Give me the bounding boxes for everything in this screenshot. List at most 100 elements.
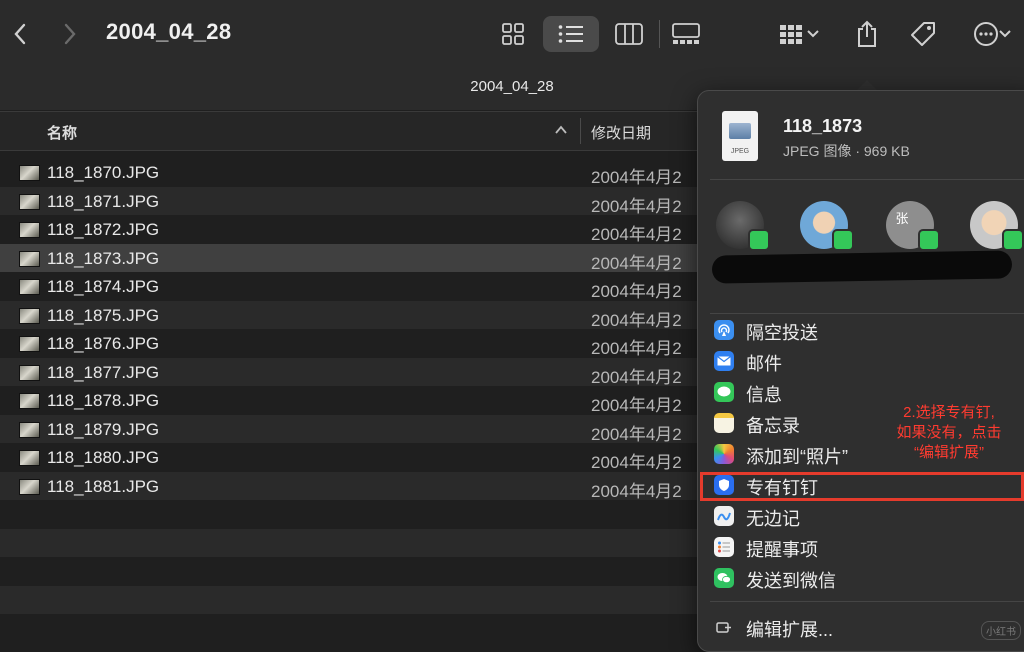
share-button[interactable]	[847, 16, 887, 52]
chevron-down-icon	[807, 30, 819, 38]
gallery-view-button[interactable]	[666, 16, 706, 52]
image-thumbnail-icon	[19, 222, 40, 238]
image-thumbnail-icon	[19, 364, 40, 381]
share-item-mail[interactable]: 邮件	[698, 346, 1024, 376]
messages-badge-icon	[832, 229, 854, 251]
image-thumbnail-icon	[19, 165, 40, 181]
image-thumbnail-icon	[19, 307, 40, 324]
messages-badge-icon	[1002, 229, 1024, 251]
back-button[interactable]	[5, 18, 35, 50]
columns-icon	[615, 23, 643, 45]
image-thumbnail-icon	[19, 336, 40, 352]
file-date: 2004年4月2	[591, 339, 682, 358]
share-file-name: 118_1873	[783, 116, 863, 136]
share-popover: JPEG 118_1873 JPEG 图像 · 969 KB 张 隔空投送 邮件…	[697, 90, 1024, 652]
annotation-line: “编辑扩展”	[914, 444, 984, 461]
file-name: 118_1875.JPG	[47, 305, 160, 325]
file-date: 2004年4月2	[591, 367, 682, 387]
wechat-icon	[714, 568, 734, 588]
highlight-box	[700, 472, 1024, 501]
chevron-left-icon	[14, 23, 26, 45]
share-item-wechat[interactable]: 发送到微信	[698, 563, 1024, 593]
sort-ascending-icon[interactable]	[555, 122, 567, 140]
contact-avatar[interactable]	[800, 201, 854, 251]
file-date: 2004年4月2	[591, 424, 682, 444]
file-name: 118_1870.JPG	[47, 163, 160, 182]
file-name: 118_1871.JPG	[47, 191, 160, 211]
file-date: 2004年4月2	[591, 481, 682, 501]
share-item-label: 提醒事项	[746, 540, 818, 560]
file-date: 2004年4月2	[591, 196, 682, 216]
annotation-line: 如果没有，点击	[896, 424, 1002, 441]
more-icon	[974, 22, 998, 46]
file-name: 118_1876.JPG	[47, 334, 160, 353]
popover-divider	[710, 313, 1024, 314]
group-button[interactable]	[770, 16, 828, 52]
contact-initial: 张	[895, 210, 909, 226]
column-view-button[interactable]	[609, 16, 649, 52]
image-thumbnail-icon	[19, 421, 40, 438]
file-date: 2004年4月2	[591, 168, 682, 187]
image-thumbnail-icon	[19, 393, 40, 409]
contact-avatar[interactable]: 张	[886, 201, 940, 251]
share-item-label: 添加到“照片”	[746, 447, 848, 467]
forward-button[interactable]	[55, 18, 85, 50]
column-date-header[interactable]: 修改日期	[591, 122, 651, 143]
share-item-airdrop[interactable]: 隔空投送	[698, 315, 1024, 345]
column-name-header[interactable]: 名称	[47, 122, 77, 143]
messages-badge-icon	[748, 229, 770, 251]
freeform-icon	[714, 506, 734, 526]
share-file-info: JPEG 图像 · 969 KB	[783, 143, 910, 159]
reminders-icon	[714, 537, 734, 557]
file-name: 118_1873.JPG	[47, 248, 160, 268]
file-name: 118_1881.JPG	[47, 476, 160, 496]
watermark: 小红书	[981, 621, 1021, 640]
edit-extensions-button[interactable]: 编辑扩展...	[698, 612, 1024, 642]
share-icon	[858, 20, 876, 47]
tag-button[interactable]	[903, 16, 943, 52]
list-view-button[interactable]	[543, 16, 599, 52]
toolbar-divider	[659, 20, 660, 48]
mail-icon	[714, 351, 734, 371]
file-name: 118_1880.JPG	[47, 448, 160, 467]
share-item-label: 发送到微信	[746, 571, 836, 591]
popover-divider	[710, 601, 1024, 602]
airdrop-icon	[714, 320, 734, 340]
chevron-down-icon	[999, 30, 1011, 38]
file-date: 2004年4月2	[591, 453, 682, 472]
grid-icon	[502, 23, 524, 45]
file-date: 2004年4月2	[591, 253, 682, 273]
image-thumbnail-icon	[19, 279, 40, 295]
share-item-freeform[interactable]: 无边记	[698, 501, 1024, 531]
popover-divider	[710, 179, 1024, 180]
file-date: 2004年4月2	[591, 225, 682, 244]
list-icon	[558, 25, 583, 43]
window-title: 2004_04_28	[106, 19, 232, 44]
column-separator[interactable]	[580, 118, 581, 144]
contact-avatar[interactable]	[970, 201, 1024, 251]
more-button[interactable]	[963, 16, 1021, 52]
share-item-reminders[interactable]: 提醒事项	[698, 532, 1024, 562]
image-thumbnail-icon	[19, 478, 40, 495]
file-date: 2004年4月2	[591, 396, 682, 415]
gallery-icon	[672, 23, 700, 44]
file-name: 118_1877.JPG	[47, 362, 160, 382]
contact-avatar[interactable]	[716, 201, 770, 251]
redaction-scribble	[711, 250, 1013, 284]
share-item-label: 邮件	[746, 354, 782, 374]
annotation-line: 2.选择专有钉,	[903, 404, 995, 421]
icon-view-button[interactable]	[493, 16, 533, 52]
file-name: 118_1879.JPG	[47, 419, 160, 439]
image-thumbnail-icon	[19, 250, 40, 267]
chevron-right-icon	[64, 23, 76, 45]
file-name: 118_1872.JPG	[47, 220, 160, 239]
share-item-label: 隔空投送	[746, 323, 818, 343]
tutorial-annotation: 2.选择专有钉, 如果没有，点击 “编辑扩展”	[874, 403, 1024, 463]
image-thumbnail-icon	[19, 450, 40, 466]
share-item-label: 备忘录	[746, 416, 800, 436]
share-item-label: 无边记	[746, 509, 800, 529]
photos-icon	[714, 444, 734, 464]
extensions-icon	[714, 617, 734, 637]
group-icon	[780, 25, 802, 44]
messages-badge-icon	[918, 229, 940, 251]
